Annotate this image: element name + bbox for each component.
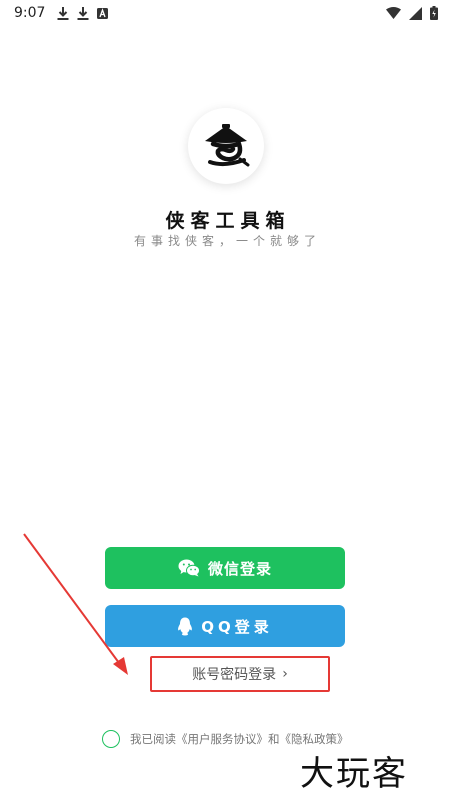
privacy-policy-link[interactable]: 《隐私政策》 — [280, 732, 349, 746]
agreement-conjunction: 和 — [268, 732, 280, 746]
agreement-prefix: 我已阅读 — [130, 732, 176, 746]
status-left-icons — [57, 6, 109, 20]
battery-charging-icon — [430, 6, 438, 20]
qq-login-label: QQ登录 — [201, 617, 273, 636]
wechat-icon — [178, 559, 200, 577]
agreement-text: 我已阅读《用户服务协议》和《隐私政策》 — [130, 731, 349, 747]
download-icon — [57, 6, 69, 20]
app-title: 侠客工具箱 — [165, 210, 291, 232]
watermark: 大玩客 — [300, 754, 408, 794]
qq-penguin-icon — [177, 617, 193, 636]
wechat-login-label: 微信登录 — [207, 559, 272, 578]
download-icon — [77, 6, 89, 20]
annotation-highlight-box — [150, 656, 330, 692]
app-slogan: 有事找侠客，一个就够了 — [133, 234, 321, 248]
user-agreement-link[interactable]: 《用户服务协议》 — [176, 732, 268, 746]
status-bar: 9:07 — [0, 0, 450, 26]
qq-login-button[interactable]: QQ登录 — [105, 605, 345, 647]
wechat-login-button[interactable]: 微信登录 — [105, 547, 345, 589]
wifi-icon — [386, 7, 401, 19]
app-logo — [188, 108, 264, 184]
swordsman-hat-icon — [205, 124, 250, 167]
status-right-icons — [386, 6, 438, 20]
status-time: 9:07 — [14, 5, 46, 21]
signal-icon — [409, 6, 422, 20]
text-a-icon — [97, 7, 109, 19]
agree-checkbox[interactable] — [102, 730, 120, 748]
